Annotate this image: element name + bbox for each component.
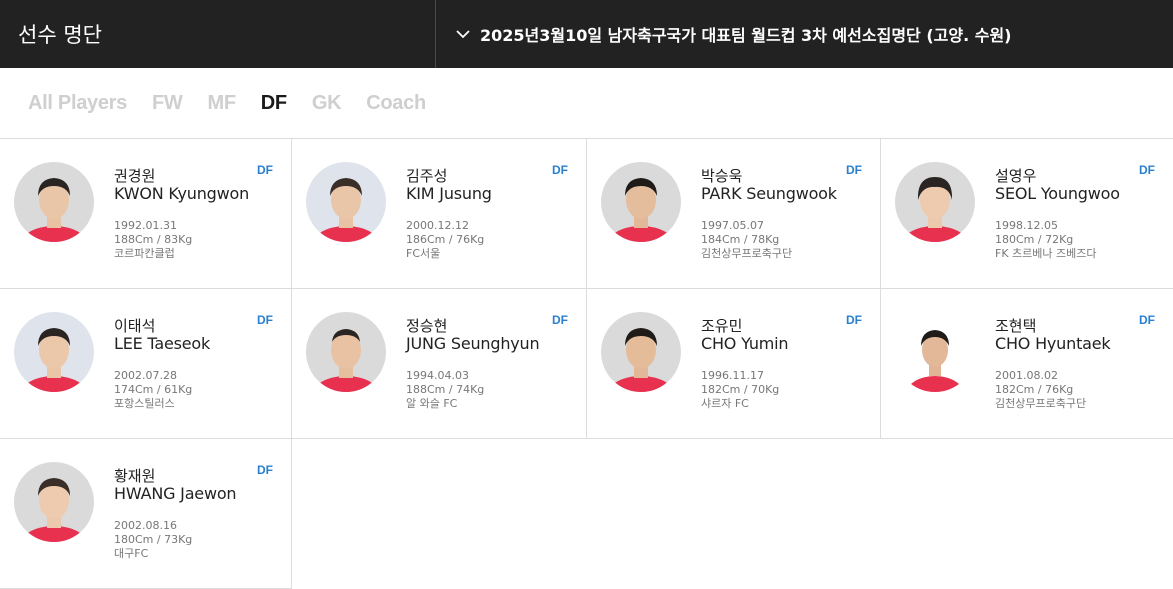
player-english-name: PARK Seungwook [701,184,837,203]
player-card[interactable]: 조현택 CHO Hyuntaek DF 2001.08.02 182Cm / 7… [881,289,1173,439]
player-english-name: CHO Hyuntaek [995,334,1111,353]
roster-selector-dropdown[interactable]: 2025년3월10일 남자축구국가 대표팀 월드컵 3차 예선소집명단 (고양.… [436,0,1173,68]
tab-df[interactable]: DF [261,92,287,115]
player-birthdate: 1992.01.31 [114,219,177,232]
tab-fw[interactable]: FW [152,92,183,115]
player-club: 김천상무프로축구단 [701,247,793,260]
player-photo [306,162,386,242]
player-height-weight: 184Cm / 78Kg [701,233,780,246]
roster-selector-label: 2025년3월10일 남자축구국가 대표팀 월드컵 3차 예선소집명단 (고양.… [480,26,1012,45]
player-height-weight: 174Cm / 61Kg [114,383,193,396]
player-height-weight: 182Cm / 76Kg [995,383,1074,396]
player-club: 김천상무프로축구단 [995,397,1087,410]
player-english-name: CHO Yumin [701,334,789,353]
tab-gk[interactable]: GK [312,92,342,115]
player-height-weight: 186Cm / 76Kg [406,233,485,246]
tab-all-players[interactable]: All Players [28,92,127,115]
player-photo [895,162,975,242]
player-birthdate: 2002.07.28 [114,369,177,382]
position-badge: DF [1139,313,1155,327]
player-club: 포항스틸러스 [114,397,175,410]
tab-coach[interactable]: Coach [366,92,426,115]
page-title: 선수 명단 [0,0,436,68]
player-height-weight: 180Cm / 73Kg [114,533,193,546]
player-card[interactable]: 권경원 KWON Kyungwon DF 1992.01.31 188Cm / … [0,139,292,289]
player-club: FK 츠르베나 즈베즈다 [995,247,1097,260]
player-birthdate: 1996.11.17 [701,369,764,382]
position-badge: DF [1139,163,1155,177]
player-english-name: KWON Kyungwon [114,184,250,203]
player-korean-name: 정승현 [406,317,448,335]
player-korean-name: 조현택 [995,317,1037,335]
player-card[interactable]: 설영우 SEOL Youngwoo DF 1998.12.05 180Cm / … [881,139,1173,289]
player-club: FC서울 [406,247,441,260]
player-card[interactable]: 김주성 KIM Jusung DF 2000.12.12 186Cm / 76K… [292,139,587,289]
player-birthdate: 1998.12.05 [995,219,1058,232]
position-badge: DF [552,313,568,327]
player-korean-name: 조유민 [701,317,743,335]
player-grid: 권경원 KWON Kyungwon DF 1992.01.31 188Cm / … [0,139,1173,589]
chevron-down-icon [456,30,470,39]
player-korean-name: 황재원 [114,467,156,485]
player-korean-name: 설영우 [995,167,1037,185]
player-birthdate: 1994.04.03 [406,369,469,382]
player-korean-name: 권경원 [114,167,156,185]
player-photo [601,312,681,392]
position-badge: DF [846,163,862,177]
player-card[interactable]: 박승욱 PARK Seungwook DF 1997.05.07 184Cm /… [587,139,881,289]
player-height-weight: 180Cm / 72Kg [995,233,1074,246]
position-badge: DF [257,163,273,177]
player-height-weight: 188Cm / 74Kg [406,383,485,396]
player-photo [306,312,386,392]
player-korean-name: 김주성 [406,167,448,185]
player-club: 알 와슬 FC [406,397,458,410]
player-birthdate: 2002.08.16 [114,519,177,532]
player-photo [14,462,94,542]
player-photo [14,162,94,242]
position-badge: DF [846,313,862,327]
player-english-name: HWANG Jaewon [114,484,237,503]
player-card[interactable]: 이태석 LEE Taeseok DF 2002.07.28 174Cm / 61… [0,289,292,439]
player-photo [895,312,975,392]
player-english-name: JUNG Seunghyun [406,334,540,353]
player-card[interactable]: 조유민 CHO Yumin DF 1996.11.17 182Cm / 70Kg… [587,289,881,439]
player-club: 샤르자 FC [701,397,749,410]
player-birthdate: 2001.08.02 [995,369,1058,382]
player-english-name: SEOL Youngwoo [995,184,1120,203]
player-birthdate: 2000.12.12 [406,219,469,232]
player-club: 코르파칸클럽 [114,247,175,260]
position-badge: DF [257,313,273,327]
player-korean-name: 박승욱 [701,167,743,185]
player-photo [14,312,94,392]
player-height-weight: 182Cm / 70Kg [701,383,780,396]
player-korean-name: 이태석 [114,317,156,335]
player-english-name: LEE Taeseok [114,334,211,353]
player-birthdate: 1997.05.07 [701,219,764,232]
player-height-weight: 188Cm / 83Kg [114,233,193,246]
player-card[interactable]: 황재원 HWANG Jaewon DF 2002.08.16 180Cm / 7… [0,439,292,589]
top-bar: 선수 명단 2025년3월10일 남자축구국가 대표팀 월드컵 3차 예선소집명… [0,0,1173,68]
player-photo [601,162,681,242]
position-badge: DF [257,463,273,477]
tab-mf[interactable]: MF [208,92,237,115]
position-tabs: All Players FW MF DF GK Coach [0,68,1173,139]
player-english-name: KIM Jusung [406,184,492,203]
player-club: 대구FC [114,547,149,560]
position-badge: DF [552,163,568,177]
player-card[interactable]: 정승현 JUNG Seunghyun DF 1994.04.03 188Cm /… [292,289,587,439]
